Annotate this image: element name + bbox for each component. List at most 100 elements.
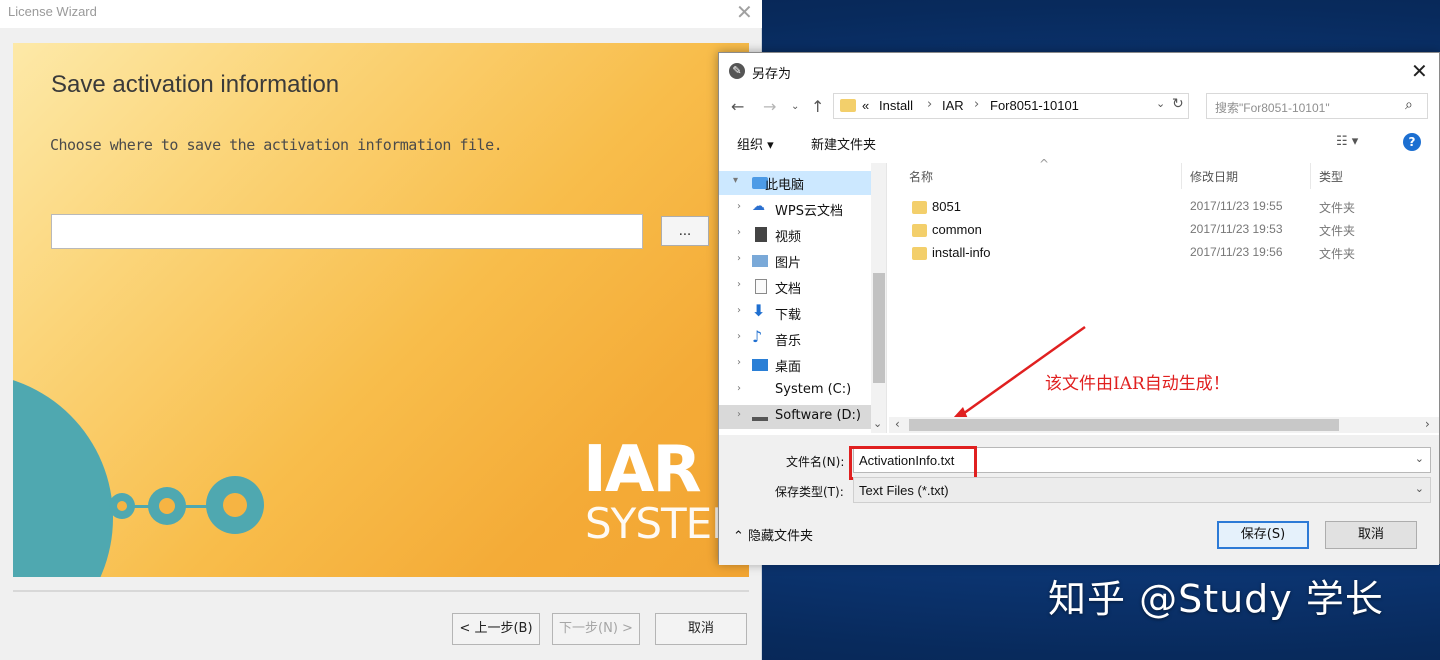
page-description: Choose where to save the activation info… [50, 136, 503, 154]
save-options-panel: 文件名(N): ActivationInfo.txt ⌄ 保存类型(T): Te… [719, 435, 1439, 565]
close-icon[interactable]: ✕ [1411, 59, 1428, 83]
cancel-button[interactable]: 取消 [1325, 521, 1417, 549]
table-row[interactable]: 8051 2017/11/23 19:55 文件夹 [889, 197, 1429, 219]
table-row[interactable]: common 2017/11/23 19:53 文件夹 [889, 220, 1429, 242]
sidebar-item-documents[interactable]: › 文档 [719, 275, 871, 299]
search-box[interactable]: 搜索"For8051-10101" ⌕ [1206, 93, 1428, 119]
chevron-left-icon[interactable]: ‹ [895, 417, 900, 431]
organize-menu[interactable]: 组织 ▾ [737, 134, 774, 153]
close-icon[interactable]: ✕ [736, 0, 753, 24]
filetype-select[interactable]: Text Files (*.txt) ⌄ [853, 477, 1431, 503]
chevron-right-icon[interactable]: › [737, 227, 741, 238]
chevron-down-icon[interactable]: ⌄ [1415, 482, 1424, 495]
chevron-down-icon[interactable]: ⌄ [791, 101, 799, 112]
folder-icon [840, 99, 856, 112]
music-icon: ♪ [752, 327, 763, 346]
hide-folders-label: 隐藏文件夹 [748, 529, 814, 544]
chevron-right-icon[interactable]: › [737, 331, 741, 342]
sidebar-item-label: 视频 [775, 230, 802, 245]
breadcrumb-iar[interactable]: IAR [942, 98, 964, 113]
desktop-icon [752, 359, 768, 371]
chevron-right-icon[interactable]: › [737, 305, 741, 316]
sidebar-item-videos[interactable]: › 视频 [719, 223, 871, 247]
sidebar-item-downloads[interactable]: › ⬇ 下载 [719, 301, 871, 325]
view-options-icon[interactable]: ☷ ▾ [1336, 134, 1358, 149]
up-arrow-icon[interactable]: ↑ [811, 97, 824, 116]
sidebar-item-wps-cloud[interactable]: › ☁ WPS云文档 [719, 197, 871, 221]
chevron-right-icon[interactable]: › [737, 253, 741, 264]
column-header-type[interactable]: 类型 [1319, 168, 1343, 185]
chevron-right-icon[interactable]: › [737, 409, 741, 420]
decorative-dot-hole [117, 501, 127, 511]
save-path-input[interactable] [51, 214, 643, 249]
folder-icon [912, 201, 927, 214]
chevron-down-icon[interactable]: ⌄ [1156, 97, 1165, 110]
chevron-down-icon[interactable]: ▾ [733, 175, 738, 186]
breadcrumb-current-folder[interactable]: For8051-10101 [990, 98, 1079, 113]
page-title: Save activation information [51, 71, 340, 98]
file-name: 8051 [932, 199, 961, 214]
sidebar-item-this-pc[interactable]: ▾ 此电脑 [719, 171, 871, 195]
help-icon[interactable]: ? [1403, 133, 1421, 151]
column-header-date[interactable]: 修改日期 [1190, 168, 1238, 185]
file-type: 文件夹 [1319, 201, 1356, 215]
file-type: 文件夹 [1319, 224, 1356, 238]
forward-arrow-icon[interactable]: → [763, 97, 776, 116]
scrollbar-thumb[interactable] [909, 419, 1339, 431]
navigation-pane: ▾ 此电脑 › ☁ WPS云文档 › 视频 › 图片 › 文档 › ⬇ 下载 ›… [719, 163, 887, 433]
sidebar-item-system-drive[interactable]: › System (C:) [719, 379, 871, 403]
sidebar-item-software-drive[interactable]: › Software (D:) [719, 405, 871, 429]
iar-logo: IAR [583, 433, 702, 507]
folder-icon [912, 247, 927, 260]
license-wizard-window: License Wizard ✕ Save activation informa… [0, 0, 762, 660]
sort-indicator-icon: ^ [1039, 157, 1050, 171]
refresh-icon[interactable]: ↻ [1172, 96, 1184, 112]
filetype-value: Text Files (*.txt) [859, 483, 949, 498]
dialog-titlebar: ✎ 另存为 ✕ [719, 53, 1439, 91]
chevron-right-icon[interactable]: › [737, 357, 741, 368]
wizard-title: License Wizard [8, 4, 97, 19]
address-bar[interactable]: « Install › IAR › For8051-10101 ⌄ ↻ [833, 93, 1189, 119]
download-icon: ⬇ [752, 301, 766, 320]
chevron-right-icon[interactable]: › [737, 201, 741, 212]
chevron-down-icon[interactable]: ⌄ [1415, 452, 1424, 465]
file-date: 2017/11/23 19:53 [1190, 222, 1283, 236]
new-folder-button[interactable]: 新建文件夹 [811, 134, 876, 153]
search-placeholder: 搜索"For8051-10101" [1215, 101, 1330, 115]
decorative-dot-hole [159, 498, 175, 514]
back-arrow-icon[interactable]: ← [731, 97, 744, 116]
sidebar-item-music[interactable]: › ♪ 音乐 [719, 327, 871, 351]
column-divider[interactable] [1310, 163, 1311, 189]
sidebar-item-desktop[interactable]: › 桌面 [719, 353, 871, 377]
scrollbar-thumb[interactable] [873, 273, 885, 383]
column-header-name[interactable]: 名称 [909, 168, 933, 185]
chevron-right-icon[interactable]: › [737, 383, 741, 394]
sidebar-item-pictures[interactable]: › 图片 [719, 249, 871, 273]
chevron-right-icon[interactable]: › [737, 279, 741, 290]
column-divider[interactable] [1181, 163, 1182, 189]
browse-button[interactable]: ... [661, 216, 709, 246]
hide-folders-toggle[interactable]: ⌃ 隐藏文件夹 [733, 525, 813, 544]
decorative-dot-hole [223, 493, 247, 517]
search-icon[interactable]: ⌕ [1405, 97, 1413, 113]
highlight-box [849, 446, 977, 480]
sidebar-item-label: WPS云文档 [775, 204, 843, 219]
save-button[interactable]: 保存(S) [1217, 521, 1309, 549]
back-button[interactable]: < 上一步(B) [452, 613, 540, 645]
sidebar-item-label: 图片 [775, 256, 802, 271]
folder-icon [912, 224, 927, 237]
chevron-up-icon: ⌃ [733, 529, 744, 544]
sidebar-item-label: 音乐 [775, 334, 802, 349]
table-row[interactable]: install-info 2017/11/23 19:56 文件夹 [889, 243, 1429, 265]
next-button[interactable]: 下一步(N) > [552, 613, 640, 645]
chevron-down-icon[interactable]: ⌄ [873, 417, 882, 430]
breadcrumb-overflow[interactable]: « [862, 98, 869, 113]
sidebar-item-label: 下载 [775, 308, 802, 323]
chevron-right-icon: › [974, 97, 980, 112]
save-as-dialog: ✎ 另存为 ✕ ← → ⌄ ↑ « Install › IAR › For805… [718, 52, 1440, 565]
breadcrumb-install[interactable]: Install [879, 98, 913, 113]
filename-label: 文件名(N): [786, 455, 845, 469]
chevron-right-icon[interactable]: › [1425, 417, 1430, 431]
sidebar-item-label: 此电脑 [765, 178, 805, 193]
cancel-button[interactable]: 取消 [655, 613, 747, 645]
